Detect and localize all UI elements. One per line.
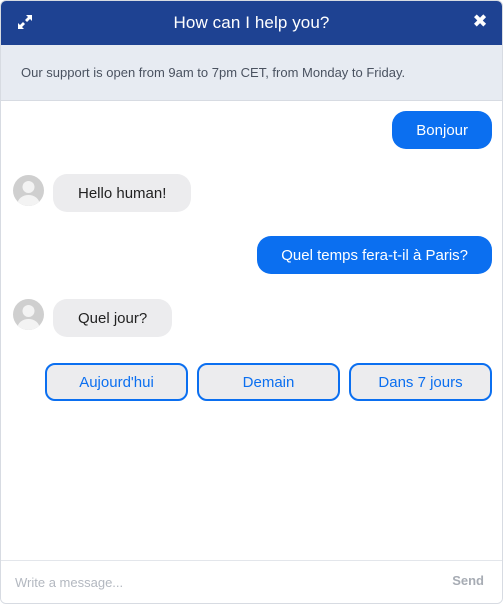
bot-message: Quel jour? — [53, 299, 173, 337]
bot-message: Hello human! — [53, 174, 192, 212]
send-button[interactable]: Send — [452, 573, 484, 588]
quick-reply-in-7-days[interactable]: Dans 7 jours — [349, 363, 492, 401]
support-hours-text: Our support is open from 9am to 7pm CET,… — [21, 65, 406, 80]
user-message: Quel temps fera-t-il à Paris? — [257, 236, 492, 274]
quick-reply-tomorrow[interactable]: Demain — [197, 363, 340, 401]
bot-avatar — [13, 175, 44, 206]
support-hours-notice: Our support is open from 9am to 7pm CET,… — [1, 45, 502, 101]
message-text: Hello human! — [78, 184, 167, 202]
close-icon[interactable]: ✖ — [470, 11, 490, 31]
message-text: Quel temps fera-t-il à Paris? — [281, 246, 468, 264]
chat-widget: How can I help you? ✖ Our support is ope… — [0, 0, 503, 604]
quick-replies: Aujourd'hui Demain Dans 7 jours — [45, 363, 492, 401]
chat-title: How can I help you? — [173, 13, 330, 32]
message-text: Bonjour — [416, 121, 468, 139]
user-message: Bonjour — [392, 111, 492, 149]
quick-reply-today[interactable]: Aujourd'hui — [45, 363, 188, 401]
bot-avatar — [13, 299, 44, 330]
chat-header: How can I help you? ✖ — [1, 1, 502, 45]
message-text: Quel jour? — [78, 309, 148, 327]
message-list: Bonjour Hello human! Quel temps fera-t-i… — [1, 101, 502, 560]
message-input[interactable] — [15, 571, 415, 593]
expand-arrows-icon[interactable] — [15, 12, 35, 32]
message-composer: Send — [1, 560, 502, 603]
